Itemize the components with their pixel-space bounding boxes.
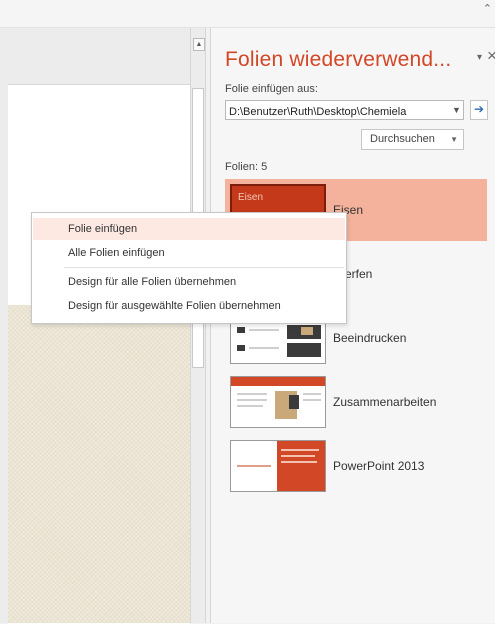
thumbnail-block bbox=[237, 327, 245, 333]
menu-item-apply-theme-selected[interactable]: Design für ausgewählte Folien übernehmen bbox=[33, 295, 345, 317]
thumbnail-title: Eisen bbox=[238, 192, 264, 203]
thumbnail-block bbox=[287, 343, 321, 357]
thumbnail-block bbox=[301, 327, 313, 335]
source-path-input[interactable] bbox=[225, 100, 464, 120]
thumbnail-line bbox=[281, 455, 315, 457]
insert-from-label: Folie einfügen aus: bbox=[225, 83, 318, 95]
slide-thumbnail bbox=[230, 440, 326, 492]
scroll-up-arrow-icon[interactable]: ▲ bbox=[193, 38, 205, 51]
pane-title: Folien wiederverwend... bbox=[225, 48, 452, 71]
pane-options-icon[interactable]: ▾ bbox=[477, 52, 482, 63]
menu-item-insert-all-slides[interactable]: Alle Folien einfügen bbox=[33, 242, 345, 264]
menu-item-apply-theme-all[interactable]: Design für alle Folien übernehmen bbox=[33, 271, 345, 293]
slide-item-label: Zusammenarbeiten bbox=[333, 395, 437, 409]
slide-list-item[interactable]: PowerPoint 2013 bbox=[225, 435, 487, 497]
thumbnail-line bbox=[303, 399, 321, 401]
browse-label: Durchsuchen bbox=[370, 133, 435, 145]
thumbnail-line bbox=[237, 399, 267, 401]
thumbnail-line bbox=[281, 449, 319, 451]
context-menu: Folie einfügen Alle Folien einfügen Desi… bbox=[31, 212, 347, 324]
go-arrow-button[interactable]: ➔ bbox=[470, 100, 488, 120]
thumbnail-block bbox=[237, 345, 245, 351]
top-strip: ⌃ bbox=[0, 0, 495, 28]
browse-button[interactable]: Durchsuchen ▼ bbox=[361, 129, 464, 150]
slide-item-label: PowerPoint 2013 bbox=[333, 459, 425, 473]
thumbnail-line bbox=[237, 465, 271, 467]
menu-separator bbox=[64, 267, 344, 268]
thumbnail-block bbox=[289, 395, 299, 409]
slide-background-texture bbox=[8, 305, 190, 623]
reuse-slides-pane: Folien wiederverwend... ▾ × Folie einfüg… bbox=[210, 28, 495, 623]
thumbnail-line bbox=[237, 405, 263, 407]
chevron-down-icon[interactable]: ▼ bbox=[449, 100, 464, 120]
thumbnail-line bbox=[249, 329, 279, 331]
thumbnail-line bbox=[281, 461, 317, 463]
vertical-scrollbar[interactable]: ▲ bbox=[190, 28, 206, 623]
thumbnail-line bbox=[303, 393, 321, 395]
slide-item-label: Beeindrucken bbox=[333, 331, 407, 345]
close-icon[interactable]: × bbox=[487, 46, 495, 66]
thumbnail-line bbox=[249, 347, 279, 349]
chevron-down-icon: ▼ bbox=[450, 135, 458, 144]
ribbon-collapse-icon[interactable]: ⌃ bbox=[483, 2, 492, 15]
menu-item-insert-slide[interactable]: Folie einfügen bbox=[33, 218, 345, 240]
thumbnail-header-bar bbox=[231, 377, 325, 386]
slide-list-item[interactable]: Zusammenarbeiten bbox=[225, 371, 487, 433]
slides-count-label: Folien: 5 bbox=[225, 161, 268, 173]
arrow-right-icon: ➔ bbox=[473, 102, 485, 116]
slide-thumbnail bbox=[230, 376, 326, 428]
thumbnail-line bbox=[237, 393, 267, 395]
